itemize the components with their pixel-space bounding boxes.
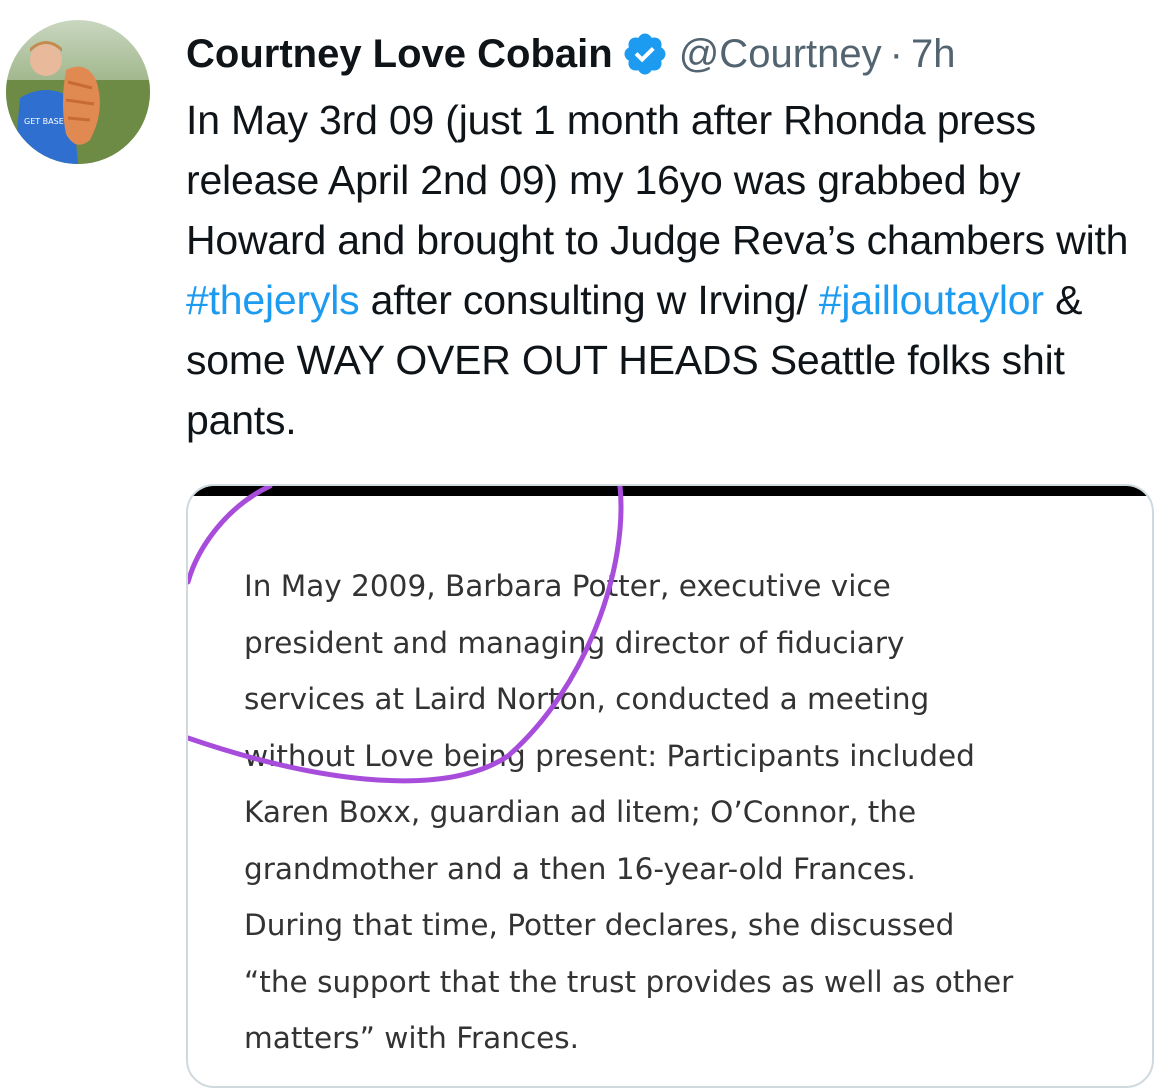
attached-image[interactable]: In May 2009, Barbara Potter, executive v… <box>186 484 1154 1088</box>
document-line: services at Laird Norton, conducted a me… <box>244 682 930 716</box>
tweet-text-part-1: In May 3rd 09 (just 1 month after Rhonda… <box>186 97 1129 263</box>
document-line: Karen Boxx, guardian ad litem; O’Connor,… <box>244 795 917 829</box>
document-line: matters” with Frances. <box>244 1021 580 1055</box>
document-line: “the support that the trust provides as … <box>244 964 1014 999</box>
user-handle[interactable]: @Courtney <box>679 32 882 77</box>
tweet-text: In May 3rd 09 (just 1 month after Rhonda… <box>186 90 1161 450</box>
tweet-text-part-2: after consulting w Irving/ <box>359 277 819 323</box>
svg-text:GET BASE: GET BASE <box>24 117 64 126</box>
tweet-header: Courtney Love Cobain @Courtney · 7h <box>186 28 955 80</box>
document-line: president and managing director of fiduc… <box>244 625 905 660</box>
image-top-border <box>188 486 1152 496</box>
avatar-photo: GET BASE <box>6 20 150 164</box>
document-line: During that time, Potter declares, she d… <box>244 908 955 942</box>
timestamp[interactable]: 7h <box>911 32 956 77</box>
verified-badge-icon <box>621 30 669 78</box>
display-name[interactable]: Courtney Love Cobain <box>186 32 613 77</box>
document-line: In May 2009, Barbara Potter, executive v… <box>244 569 891 603</box>
avatar[interactable]: GET BASE <box>6 20 150 164</box>
document-line: grandmother and a then 16-year-old Franc… <box>244 851 916 886</box>
tweet[interactable]: GET BASE Courtney Love Cobain @Courtney … <box>0 0 1164 1090</box>
separator-dot: · <box>889 31 903 76</box>
hashtag-thejeryls[interactable]: #thejeryls <box>186 277 360 323</box>
hashtag-jailloutaylor[interactable]: #jailloutaylor <box>819 277 1044 323</box>
document-excerpt: In May 2009, Barbara Potter, executive v… <box>244 558 1124 1067</box>
document-line: without Love being present: Participants… <box>244 738 975 773</box>
